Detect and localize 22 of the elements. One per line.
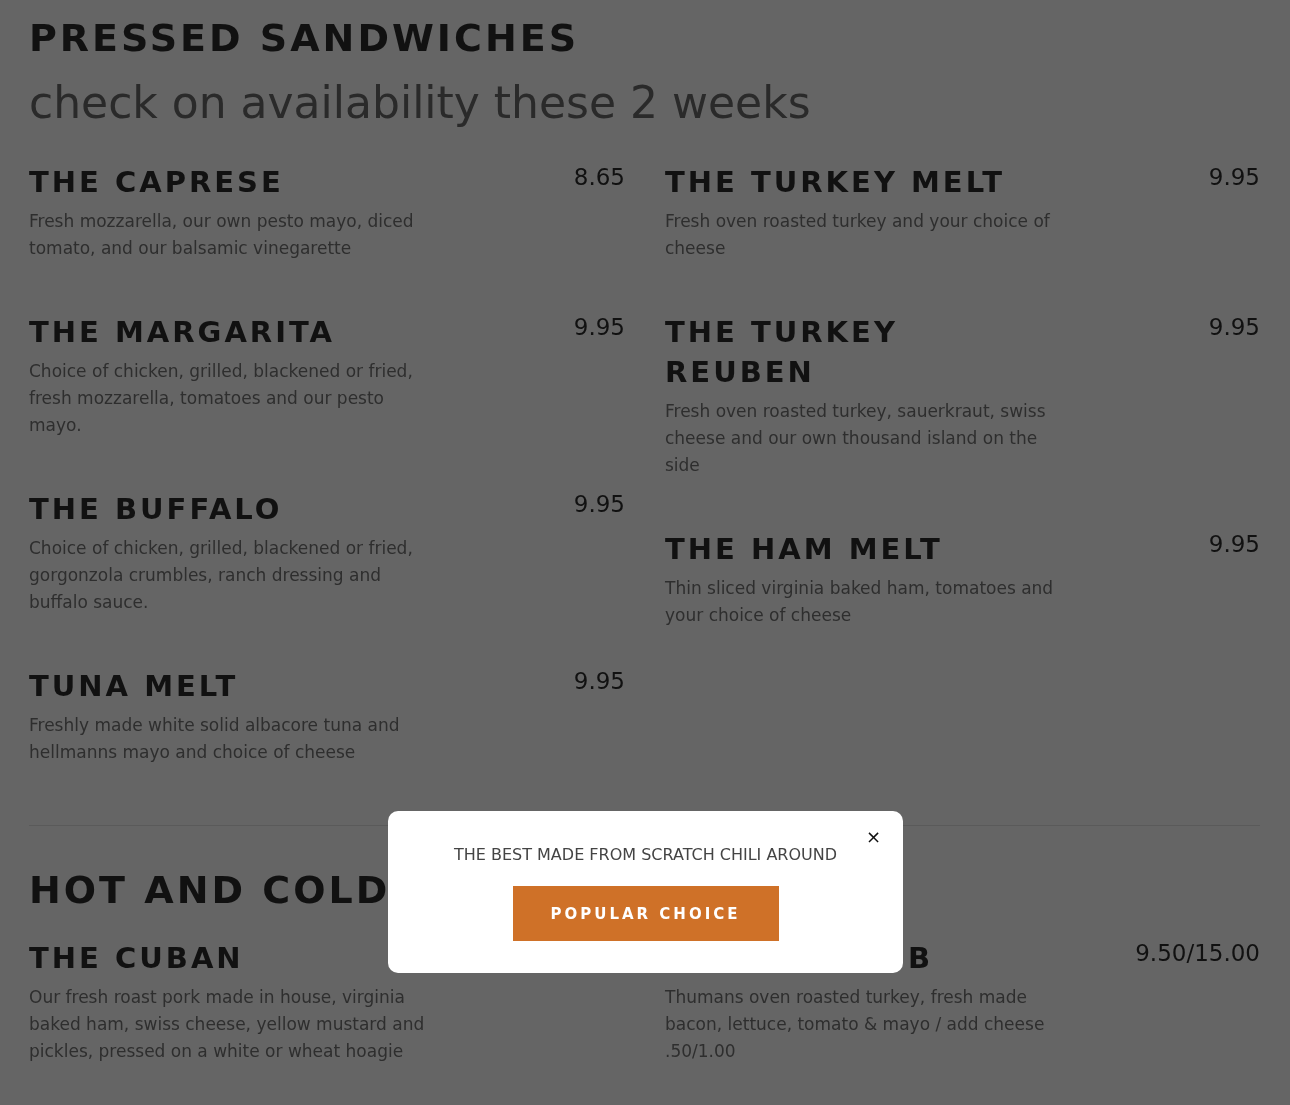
popup-message: THE BEST MADE FROM SCRATCH CHILI AROUND — [453, 844, 838, 866]
item-name: THE TURKEY MELT — [665, 164, 1006, 201]
item-price: 9.50/15.00 — [1135, 939, 1260, 968]
section-title: PRESSED SANDWICHES — [29, 15, 580, 62]
item-price: 8.65 — [573, 163, 625, 192]
item-name: THE MARGARITA — [29, 314, 335, 351]
item-price: 9.95 — [1208, 530, 1260, 559]
section-subtitle: check on availability these 2 weeks — [29, 76, 812, 130]
item-price: 9.95 — [573, 667, 625, 696]
item-price: 9.95 — [573, 313, 625, 342]
item-price: 9.95 — [1208, 163, 1260, 192]
item-price: 9.95 — [573, 490, 625, 519]
item-name: THE HAM MELT — [665, 531, 943, 568]
item-name: TUNA MELT — [29, 668, 239, 705]
item-name: THE TURKEY REUBEN — [665, 314, 899, 391]
item-name: THE CAPRESE — [29, 164, 284, 201]
item-name: THE CUBAN — [29, 940, 244, 977]
item-name: THE BUFFALO — [29, 491, 283, 528]
section-title: HOT AND COLD — [29, 867, 391, 914]
item-name: B — [908, 940, 934, 977]
close-button[interactable]: × — [863, 827, 883, 847]
item-price: 9.95 — [1208, 313, 1260, 342]
